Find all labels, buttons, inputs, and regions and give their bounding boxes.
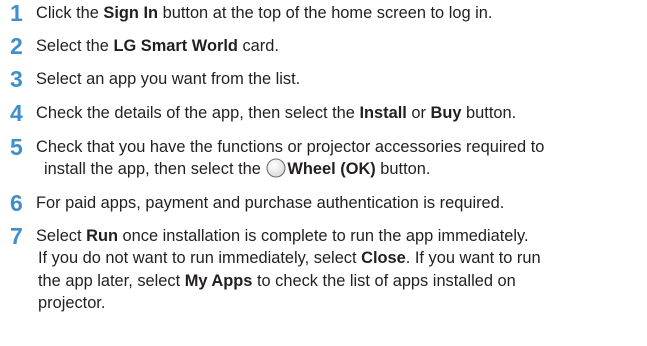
install-label: Install: [359, 104, 407, 122]
step-text-part: Select: [36, 227, 87, 245]
step-number: 5: [10, 134, 23, 160]
step-text-line: install the app, then select the Wheel (…: [36, 158, 636, 180]
step-text: Check the details of the app, then selec…: [36, 102, 636, 124]
wheel-button-icon: [266, 158, 286, 178]
step-number: 7: [10, 223, 23, 249]
step-text-part: or: [406, 104, 431, 122]
step-text-part: . If you want to run: [405, 249, 541, 268]
wheel-ok-label: Wheel (OK): [287, 160, 376, 179]
step-text: Select an app you want from the list.: [36, 70, 301, 88]
step-number: 4: [10, 100, 23, 126]
step-text-part: install the app, then select the: [44, 160, 266, 179]
my-apps-label: My Apps: [184, 271, 253, 290]
step-text-part: button at the top of the home screen to …: [158, 4, 493, 22]
step-text: Select the LG Smart World card.: [36, 35, 636, 57]
step-text-part: the app later, select: [38, 271, 185, 290]
step-text-line: Check that you have the functions or pro…: [36, 138, 545, 156]
step-text-part: Check the details of the app, then selec…: [36, 104, 360, 122]
step-text: For paid apps, payment and purchase auth…: [36, 194, 505, 212]
step-number: 6: [10, 190, 23, 216]
run-label: Run: [86, 227, 118, 245]
buy-label: Buy: [430, 104, 462, 122]
step-number: 1: [10, 0, 23, 26]
close-label: Close: [361, 249, 406, 268]
step-text-part: If you do not want to run immediately, s…: [38, 249, 362, 268]
step-text-part: to check the list of apps installed on: [252, 271, 516, 290]
step-text-part: Click the: [36, 4, 104, 22]
step-text: Check that you have the functions or pro…: [36, 136, 636, 181]
step-text-line: If you do not want to run immediately, s…: [36, 247, 636, 269]
step-text-part: button.: [461, 104, 517, 122]
step-text-part: button.: [375, 160, 431, 179]
step-text-part: once installation is complete to run the…: [117, 227, 529, 245]
step-number: 2: [10, 33, 23, 59]
step-text-line: the app later, select My Apps to check t…: [36, 270, 636, 292]
step-text-part: card.: [237, 37, 279, 55]
step-text-line: Select Run once installation is complete…: [36, 225, 636, 247]
step-text: Select Run once installation is complete…: [36, 225, 636, 315]
lg-smart-world-label: LG Smart World: [113, 37, 238, 55]
sign-in-label: Sign In: [103, 4, 159, 22]
step-number: 3: [10, 66, 23, 92]
step-text: Click the Sign In button at the top of t…: [36, 2, 636, 24]
step-text-line: projector.: [38, 294, 106, 313]
step-text-part: Select the: [36, 37, 114, 55]
